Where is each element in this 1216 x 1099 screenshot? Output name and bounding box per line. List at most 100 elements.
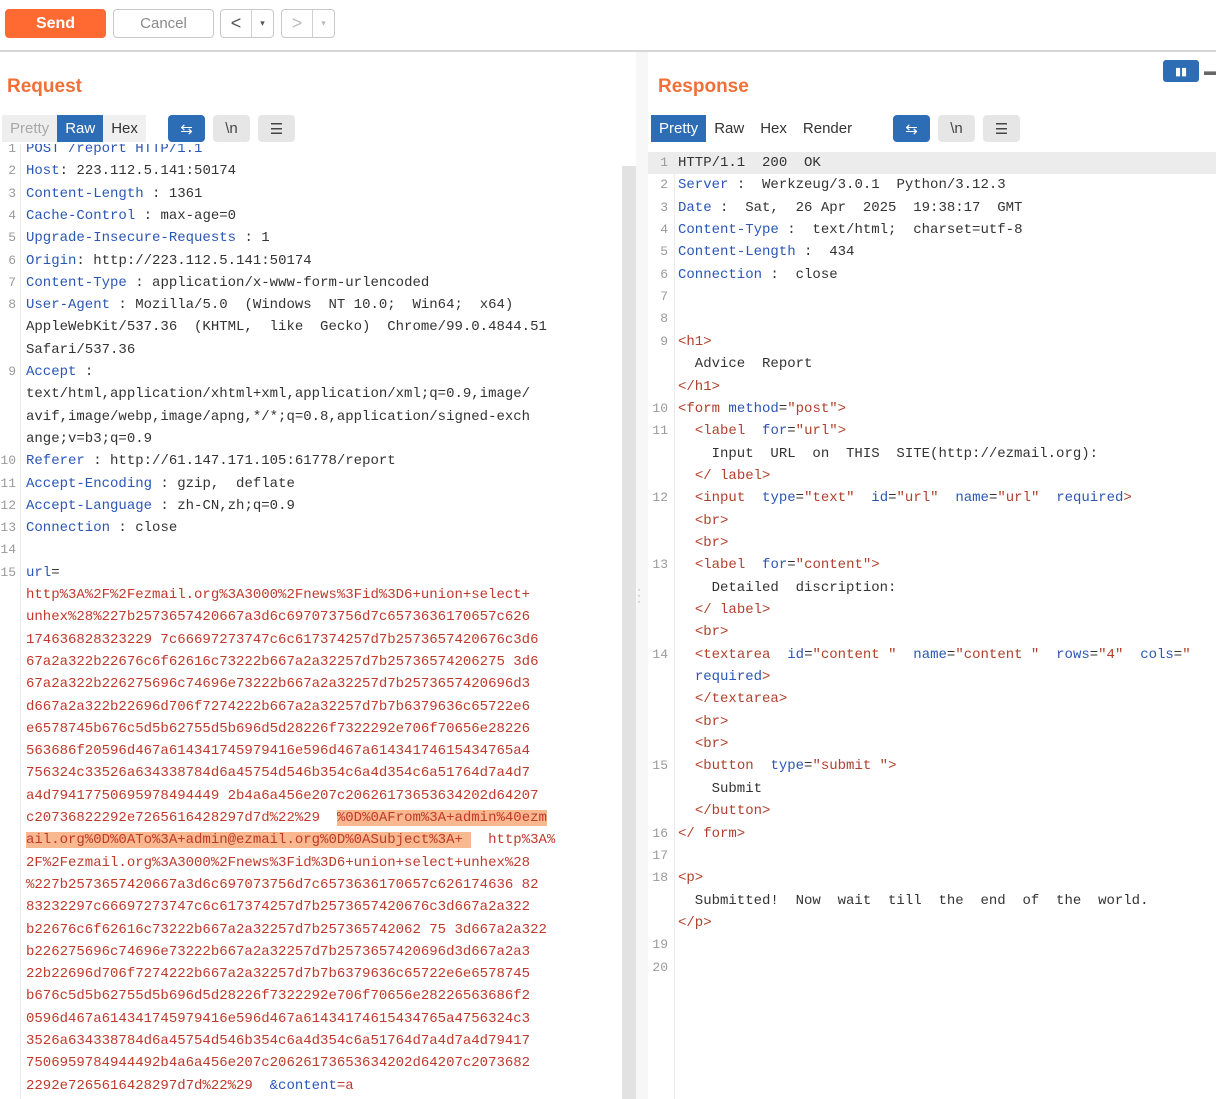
- response-line-number: 18: [652, 870, 668, 886]
- request-header-name: Origin: [26, 252, 77, 269]
- request-line: 8 User-Agent : Mozilla/5.0 (Windows NT 10…: [0, 294, 620, 316]
- response-line-number: 14: [652, 646, 668, 662]
- request-body-code: 7506959784944492b4a6a456e207c20626173653…: [26, 1052, 530, 1074]
- request-body-code: c20736822292e7265616428297d7d%22%29 %0D%…: [26, 807, 547, 829]
- response-line: </h1>: [648, 376, 1216, 398]
- history-forward-group[interactable]: > ▾: [281, 9, 335, 38]
- back-dropdown-icon[interactable]: ▾: [252, 10, 273, 37]
- request-body-text: 3526a634338784d6a45754d546b354c6a4d354c6…: [26, 1033, 531, 1049]
- response-line: 18 <p>: [648, 867, 1216, 889]
- request-body-text: 756324c33526a634338784d6a45754d546b354c6…: [26, 765, 531, 782]
- response-line: 10 <form method="post">: [648, 398, 1216, 420]
- response-line: 8: [648, 308, 1216, 330]
- request-scrollbar[interactable]: [622, 166, 636, 1099]
- response-show-newlines-icon[interactable]: \n: [938, 115, 975, 142]
- request-line: text/html,application/xhtml+xml,applicat…: [0, 383, 620, 405]
- request-body-code: 2F%2Fezmail.org%3A3000%2Fnews%3Fid%3D6+u…: [26, 852, 530, 874]
- request-line-code: Accept-Language : zh-CN,zh;q=0.9: [26, 495, 295, 517]
- cancel-button[interactable]: Cancel: [113, 9, 214, 38]
- request-line-code: text/html,application/xhtml+xml,applicat…: [26, 383, 530, 405]
- layout-stack-icon[interactable]: ▬: [1204, 60, 1216, 82]
- response-tab-hex[interactable]: Hex: [752, 115, 795, 142]
- response-wrap-lines-icon[interactable]: ⇆: [893, 115, 930, 142]
- response-line-number: 9: [660, 333, 668, 349]
- request-header-name: Cache-Control: [26, 207, 136, 224]
- request-line: avif,image/webp,image/apng,*/*;q=0.8,app…: [0, 406, 620, 428]
- request-line: 12 Accept-Language : zh-CN,zh;q=0.9: [0, 495, 620, 517]
- request-line-code: Cache-Control : max-age=0: [26, 205, 236, 227]
- response-line-code: <form method="post">: [678, 400, 847, 417]
- response-line-code: <br>: [694, 736, 729, 753]
- request-header-separator: :: [152, 475, 178, 492]
- request-line-code: AppleWebKit/537.36 (KHTML, like Gecko) C…: [26, 316, 547, 338]
- request-header-separator: :: [59, 163, 77, 180]
- pane-divider[interactable]: [636, 52, 648, 1099]
- request-body-code: %227b2573657420667a3d6c697073756d7c65736…: [26, 874, 538, 896]
- request-header-separator: :: [84, 453, 111, 470]
- response-tab-raw[interactable]: Raw: [706, 115, 752, 142]
- request-line: 7 Content-Type : application/x-www-form-u…: [0, 272, 620, 294]
- response-line: </ label>: [648, 465, 1216, 487]
- request-line-number: 3: [8, 185, 16, 201]
- response-menu-icon[interactable]: ☰: [983, 115, 1020, 142]
- response-line: 13 <label for="content">: [648, 554, 1216, 576]
- response-line: </textarea>: [648, 688, 1216, 710]
- request-line-code: Accept-Encoding : gzip, deflate: [26, 473, 295, 495]
- response-line-code: required>: [694, 669, 771, 686]
- request-header-value: close: [135, 520, 178, 537]
- request-line: 1 POST /report HTTP/1.1: [0, 144, 620, 160]
- divider-grip-icon[interactable]: · · ·: [637, 583, 641, 607]
- request-body-line: %227b2573657420667a3d6c697073756d7c65736…: [0, 874, 620, 896]
- forward-dropdown-icon[interactable]: ▾: [313, 10, 334, 37]
- request-line-number: 2: [8, 163, 16, 179]
- request-line-number: 12: [0, 497, 16, 513]
- response-line-code: </h1>: [678, 378, 721, 395]
- response-line: 19: [648, 934, 1216, 956]
- request-body-line: 2F%2Fezmail.org%3A3000%2Fnews%3Fid%3D6+u…: [0, 852, 620, 874]
- request-body-text: b226275696c74696e73222b667a2a32257d7b257…: [26, 943, 531, 960]
- response-line: <br>: [648, 733, 1216, 755]
- response-line-number: 15: [652, 758, 668, 774]
- request-show-newlines-icon[interactable]: \n: [213, 115, 250, 142]
- send-button[interactable]: Send: [5, 9, 106, 38]
- request-header-value: http://61.147.171.105:61778/report: [110, 453, 396, 470]
- response-line-code: </button>: [694, 803, 771, 820]
- request-header-value: 1: [261, 230, 270, 247]
- request-editor[interactable]: 1 POST /report HTTP/1.1 2 Host: 223.112.5.1…: [0, 144, 620, 1099]
- request-line-code: User-Agent : Mozilla/5.0 (Windows NT 10.…: [26, 294, 513, 316]
- response-line: 14 <textarea id="content " name="content…: [648, 644, 1216, 666]
- response-line: <br>: [648, 711, 1216, 733]
- request-tab-raw[interactable]: Raw: [57, 115, 104, 142]
- request-line-code: avif,image/webp,image/apng,*/*;q=0.8,app…: [26, 406, 530, 428]
- response-editor[interactable]: 1 HTTP/1.1 200 OK 2 Server : Werkzeug/3.0.1…: [648, 152, 1216, 1099]
- response-line: 1 HTTP/1.1 200 OK: [648, 152, 1216, 174]
- request-line-number: 1: [8, 144, 16, 156]
- request-body-line: 563686f20596d467a614341745979416e596d467…: [0, 740, 620, 762]
- response-line-code: <br>: [694, 512, 729, 529]
- response-line: 6 Connection : close: [648, 264, 1216, 286]
- request-line-code: url=: [26, 562, 60, 584]
- request-header-value: max-age=0: [160, 207, 237, 224]
- forward-arrow-icon[interactable]: >: [282, 10, 313, 37]
- request-body-text: a4d79417750695978494449 2b4a6a456e207c20…: [26, 787, 539, 804]
- request-menu-icon[interactable]: ☰: [258, 115, 295, 142]
- back-arrow-icon[interactable]: <: [221, 10, 252, 37]
- request-wrap-lines-icon[interactable]: ⇆: [168, 115, 205, 142]
- request-tab-hex[interactable]: Hex: [103, 115, 146, 142]
- request-body-text: http%3A%2F%2Fezmail.org%3A3000%2Fnews%3F…: [26, 587, 531, 603]
- request-body-code: 2292e7265616428297d7d%22%29 &content=a: [26, 1075, 354, 1097]
- response-line-code: </ label>: [694, 602, 771, 618]
- layout-split-icon[interactable]: ▮▮: [1163, 60, 1199, 82]
- response-line-code: <input type="text" id="url" name="url" r…: [694, 490, 1132, 507]
- response-tab-render[interactable]: Render: [795, 115, 860, 142]
- history-back-group[interactable]: < ▾: [220, 9, 274, 38]
- request-body-code: b22676c6f62616c73222b667a2a32257d7b25736…: [26, 919, 547, 941]
- request-line: 14: [0, 539, 620, 561]
- request-line-code: Accept :: [26, 361, 93, 383]
- request-line: 10 Referer : http://61.147.171.105:61778/…: [0, 450, 620, 472]
- request-body-line: unhex%28%227b2573657420667a3d6c697073756…: [0, 606, 620, 628]
- request-view-tabs: Pretty Raw Hex: [2, 115, 146, 142]
- request-body-code: d667a2a322b22696d706f7274222b667a2a32257…: [26, 696, 530, 718]
- response-tab-pretty[interactable]: Pretty: [651, 115, 707, 142]
- request-tab-pretty[interactable]: Pretty: [2, 115, 58, 142]
